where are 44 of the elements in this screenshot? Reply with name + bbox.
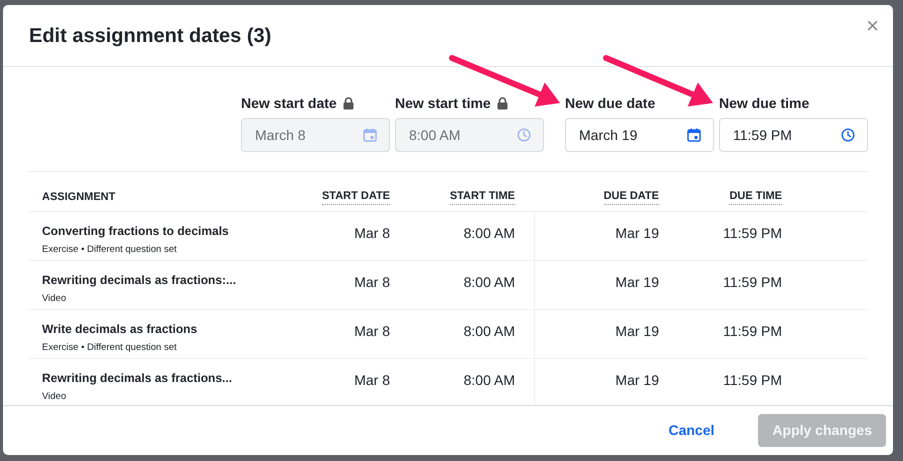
table-cell-text: Mar 8 — [354, 224, 390, 243]
column-header: DUE TIME — [729, 188, 782, 205]
table-cell-text: Mar 8 — [354, 322, 390, 341]
table-cell-text: 8:00 AM — [464, 273, 515, 292]
column-header: ASSIGNMENT — [42, 190, 116, 204]
close-button[interactable]: × — [866, 15, 879, 37]
column-header: START TIME — [450, 188, 515, 205]
field-label: New start date — [241, 94, 337, 112]
table-cell-text: 11:59 PM — [723, 322, 782, 341]
column-header: START DATE — [322, 188, 390, 205]
lock-icon — [342, 96, 354, 110]
field-label: New due date — [565, 94, 656, 112]
table-cell-text: 8:00 AM — [464, 371, 515, 390]
table-cell-text: Mar 19 — [615, 273, 659, 292]
field-label: New start time — [395, 94, 491, 112]
assignment-type: Video — [42, 390, 68, 404]
column-header: DUE DATE — [604, 188, 659, 205]
table-cell-text: 11:59 PM — [723, 224, 782, 243]
time-field[interactable]: 11:59 PM — [719, 118, 868, 152]
cancel-button[interactable]: Cancel — [668, 420, 714, 441]
clock-icon — [517, 128, 531, 142]
table-cell-text: 11:59 PM — [723, 371, 782, 390]
clock-icon — [841, 128, 855, 142]
field-label: New due time — [719, 94, 810, 112]
table-cell-text: 8:00 AM — [464, 224, 515, 243]
assignment-type: Exercise • Different question set — [42, 243, 178, 257]
table-cell-text: Mar 8 — [354, 371, 390, 390]
dialog-title: Edit assignment dates (3) — [29, 24, 272, 48]
assignment-title: Write decimals as fractions — [42, 321, 198, 338]
table-cell-text: 8:00 AM — [464, 322, 515, 341]
calendar-icon — [687, 128, 701, 142]
assignment-title: Rewriting decimals as fractions:... — [42, 272, 238, 289]
assignment-type: Exercise • Different question set — [42, 341, 178, 355]
assignment-type: Video — [42, 292, 68, 306]
table-cell-text: 11:59 PM — [723, 273, 782, 292]
assignment-title: Rewriting decimals as fractions... — [42, 370, 234, 387]
lock-icon — [496, 96, 508, 110]
calendar-icon — [363, 128, 377, 142]
table-cell-text: Mar 19 — [615, 322, 659, 341]
table-cell-text: Mar 19 — [615, 224, 659, 243]
assignment-title: Converting fractions to decimals — [42, 223, 230, 240]
date-field[interactable]: March 19 — [565, 118, 714, 152]
table-cell-text: Mar 8 — [354, 273, 390, 292]
table-cell-text: Mar 19 — [615, 371, 659, 390]
